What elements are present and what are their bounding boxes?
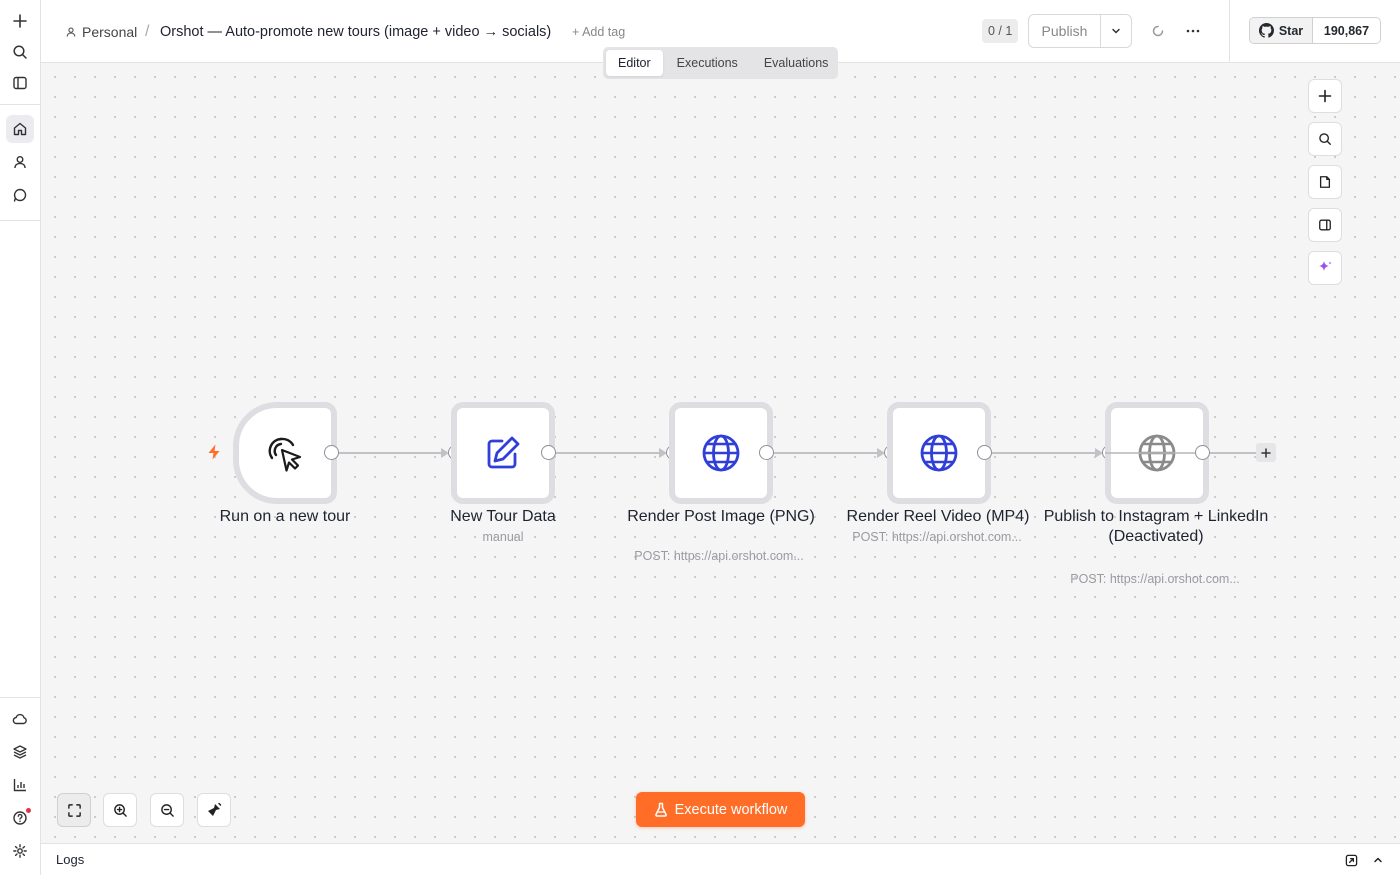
popout-icon[interactable] <box>1343 852 1359 868</box>
node-title: Run on a new tour <box>219 508 351 525</box>
output-handle[interactable] <box>977 445 992 460</box>
trigger-bolt-icon <box>205 443 223 461</box>
node-title: Render Post Image (PNG) <box>627 508 815 525</box>
execute-workflow-button[interactable]: Execute workflow <box>636 792 805 827</box>
output-handle[interactable] <box>324 445 339 460</box>
zoom-out-button[interactable] <box>150 793 184 827</box>
output-handle[interactable] <box>541 445 556 460</box>
globe-icon <box>702 434 740 472</box>
zoom-out-icon <box>160 803 174 817</box>
node-subtitle: POST: https://api.orshot.com... <box>1070 572 1240 586</box>
logs-label: Logs <box>56 852 85 867</box>
node-title: Publish to Instagram + LinkedIn (Deactiv… <box>1043 508 1269 545</box>
node-subtitle: POST: https://api.orshot.com... <box>634 549 804 563</box>
flask-icon <box>654 802 667 817</box>
node-render-reel-video[interactable] <box>887 402 991 504</box>
output-handle[interactable] <box>759 445 774 460</box>
node-subtitle: POST: https://api.orshot.com... <box>852 530 1022 544</box>
node-render-post-image[interactable] <box>669 402 773 504</box>
zoom-in-icon <box>113 803 127 817</box>
node-run-on-new-tour[interactable] <box>233 402 337 504</box>
add-next-node-button[interactable] <box>1256 443 1276 462</box>
logs-bar[interactable]: Logs <box>41 843 1400 875</box>
output-handle[interactable] <box>1195 445 1210 460</box>
node-subtitle: manual <box>482 530 524 544</box>
fit-view-icon <box>67 803 81 817</box>
tidy-up-button[interactable] <box>197 793 231 827</box>
pencil-square-icon <box>487 436 520 469</box>
chevron-up-icon[interactable] <box>1370 852 1386 868</box>
deactivated-strike-line <box>1105 452 1209 454</box>
node-title: New Tour Data <box>450 508 556 525</box>
cursor-click-icon <box>268 437 302 472</box>
fit-view-button[interactable] <box>57 793 91 827</box>
zoom-in-button[interactable] <box>103 793 137 827</box>
node-publish-instagram-linkedin[interactable] <box>1105 402 1209 504</box>
globe-icon <box>920 434 958 472</box>
node-title: Render Reel Video (MP4) <box>846 508 1030 525</box>
broom-icon <box>208 802 222 816</box>
plus-icon <box>1261 447 1271 458</box>
node-new-tour-data[interactable] <box>451 402 555 504</box>
execute-workflow-label: Execute workflow <box>674 801 788 818</box>
